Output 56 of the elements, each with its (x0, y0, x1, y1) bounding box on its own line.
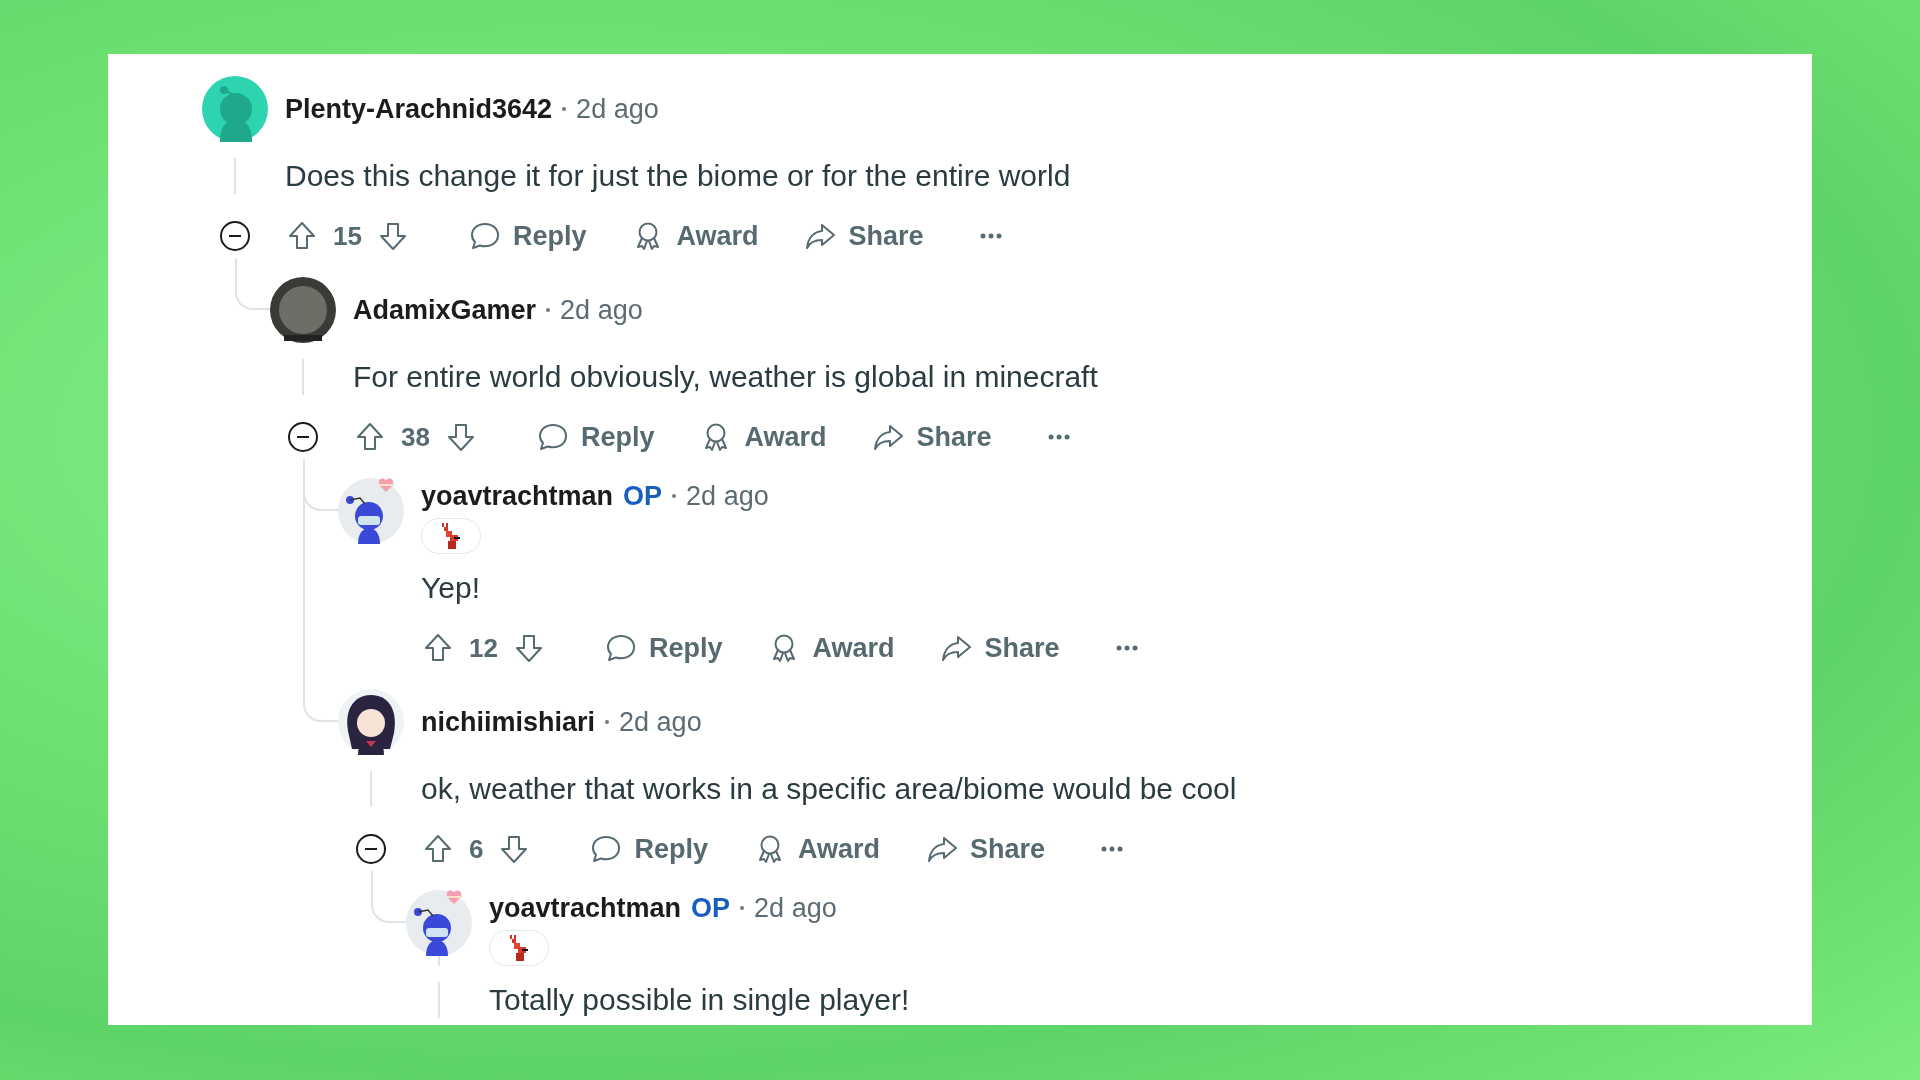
op-label: OP (623, 480, 663, 512)
timestamp: 2d ago (686, 480, 769, 512)
award-button[interactable]: Award (756, 626, 907, 670)
collapse-button[interactable] (219, 220, 251, 252)
thread-connector (303, 670, 338, 722)
more-options-button[interactable] (979, 233, 1002, 239)
timestamp: 2d ago (560, 294, 643, 326)
speech-bubble-icon (604, 632, 637, 664)
speech-bubble-icon (536, 421, 569, 453)
username[interactable]: nichiimishiari (421, 706, 596, 738)
share-button[interactable]: Share (928, 626, 1072, 670)
thread-connector (371, 871, 406, 923)
collapse-button[interactable] (355, 833, 387, 865)
username[interactable]: yoavtrachtman (489, 892, 682, 924)
username[interactable]: Plenty-Arachnid3642 (285, 93, 553, 125)
timestamp: 2d ago (576, 93, 659, 125)
vote-count: 15 (333, 220, 362, 252)
reply-button[interactable]: Reply (578, 827, 720, 871)
comment-text: Does this change it for just the biome or for the entire world (285, 158, 1071, 194)
separator-dot-icon (740, 906, 745, 910)
reply-button[interactable]: Reply (592, 626, 735, 670)
comment-text: Yep! (421, 570, 480, 606)
separator-dot-icon (605, 720, 610, 724)
reply-button[interactable]: Reply (524, 415, 667, 459)
thread-connector (235, 258, 270, 310)
separator-dot-icon (672, 494, 677, 498)
more-options-button[interactable] (1047, 434, 1070, 440)
timestamp: 2d ago (754, 892, 837, 924)
reply-button[interactable]: Reply (456, 214, 599, 258)
robot-mascot-avatar (338, 478, 404, 544)
share-button[interactable]: Share (914, 827, 1058, 871)
vote-count: 6 (469, 833, 484, 865)
award-button[interactable]: Award (742, 827, 893, 871)
collapse-button[interactable] (287, 421, 319, 453)
username[interactable]: AdamixGamer (353, 294, 537, 326)
op-label: OP (691, 892, 731, 924)
vote-count: 38 (401, 421, 430, 453)
more-options-button[interactable] (1115, 645, 1138, 651)
award-button[interactable]: Award (620, 214, 771, 258)
speech-bubble-icon (590, 833, 623, 865)
cartoon-avatar (338, 689, 404, 755)
speech-bubble-icon (468, 220, 501, 252)
award-button[interactable]: Award (688, 415, 839, 459)
more-options-button[interactable] (1101, 846, 1124, 852)
separator-dot-icon (546, 308, 551, 312)
username[interactable]: yoavtrachtman (421, 480, 614, 512)
vote-count: 12 (469, 632, 498, 664)
timestamp: 2d ago (619, 706, 702, 738)
comment-text: For entire world obviously, weather is global in minecraft (353, 359, 1098, 395)
comment-text: Totally possible in single player! (489, 982, 910, 1018)
comment-text: ok, weather that works in a specific area/biome would be cool (421, 771, 1237, 807)
share-button[interactable]: Share (792, 214, 936, 258)
robot-mascot-avatar (202, 76, 268, 142)
photo-avatar (270, 277, 336, 343)
separator-dot-icon (562, 107, 567, 111)
share-button[interactable]: Share (860, 415, 1004, 459)
